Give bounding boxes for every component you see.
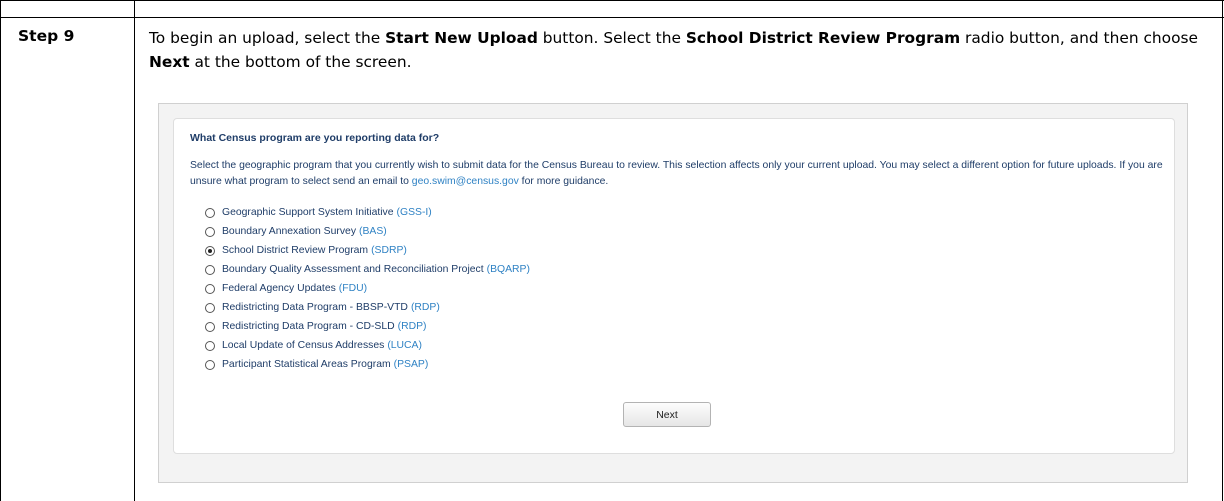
radio-button[interactable] <box>205 264 215 275</box>
radio-button[interactable] <box>205 340 215 351</box>
option-label: Federal Agency Updates <box>222 283 336 294</box>
step-label: Step 9 <box>18 27 75 45</box>
start-new-upload-ref: Start New Upload <box>385 29 538 47</box>
program-description: Select the geographic program that you c… <box>190 158 1165 189</box>
option-abbr: (FDU) <box>338 283 368 294</box>
instruction-part: at the bottom of the screen. <box>189 53 412 71</box>
radio-button[interactable] <box>205 207 215 218</box>
email-link[interactable]: geo.swim@census.gov <box>412 176 519 187</box>
radio-button[interactable] <box>205 359 215 370</box>
table-border-left <box>0 0 1 501</box>
radio-option[interactable]: Redistricting Data Program - CD-SLD (RDP) <box>205 317 530 336</box>
radio-button[interactable] <box>205 283 215 294</box>
option-abbr: (LUCA) <box>387 340 422 351</box>
next-ref: Next <box>149 53 190 71</box>
radio-button[interactable] <box>205 302 215 313</box>
description-text: Select the geographic program that you c… <box>190 160 1163 187</box>
option-abbr: (BAS) <box>359 226 387 237</box>
table-row-divider <box>0 17 1224 18</box>
option-label: Redistricting Data Program - CD-SLD <box>222 321 395 332</box>
table-border-right <box>1222 0 1223 501</box>
radio-option[interactable]: Local Update of Census Addresses (LUCA) <box>205 336 530 355</box>
option-abbr: (GSS-I) <box>396 207 432 218</box>
radio-option[interactable]: Boundary Annexation Survey (BAS) <box>205 222 530 241</box>
option-abbr: (RDP) <box>397 321 427 332</box>
option-abbr: (RDP) <box>410 302 440 313</box>
table-border-top <box>0 0 1224 1</box>
option-label: Participant Statistical Areas Program <box>222 359 391 370</box>
description-text-end: for more guidance. <box>518 175 609 187</box>
radio-button[interactable] <box>205 226 215 237</box>
option-label: Redistricting Data Program - BBSP-VTD <box>222 302 408 313</box>
option-label: Boundary Quality Assessment and Reconcil… <box>222 264 484 275</box>
program-question-heading: What Census program are you reporting da… <box>190 132 440 144</box>
option-label: Boundary Annexation Survey <box>222 226 357 237</box>
instruction-part: To begin an upload, select the <box>149 29 386 47</box>
option-label: Geographic Support System Initiative <box>222 207 394 218</box>
option-abbr: (SDRP) <box>371 245 407 256</box>
instruction-part: button. Select the <box>537 29 686 47</box>
radio-option[interactable]: Geographic Support System Initiative (GSS… <box>205 203 530 222</box>
radio-option[interactable]: Redistricting Data Program - BBSP-VTD (RD… <box>205 298 530 317</box>
radio-option[interactable]: Participant Statistical Areas Program (PS… <box>205 355 530 374</box>
radio-option[interactable]: Federal Agency Updates (FDU) <box>205 279 530 298</box>
embedded-screenshot: What Census program are you reporting da… <box>158 103 1188 483</box>
next-button[interactable]: Next <box>623 402 711 427</box>
radio-option[interactable]: Boundary Quality Assessment and Reconcil… <box>205 260 530 279</box>
radio-button[interactable] <box>205 321 215 332</box>
radio-option[interactable]: School District Review Program (SDRP) <box>205 241 530 260</box>
program-selection-panel: What Census program are you reporting da… <box>173 118 1175 454</box>
option-abbr: (PSAP) <box>393 359 429 370</box>
instruction-part: radio button, and then choose <box>960 29 1198 47</box>
option-abbr: (BQARP) <box>486 264 530 275</box>
radio-button[interactable] <box>205 245 215 256</box>
option-label: School District Review Program <box>222 245 369 256</box>
table-column-divider <box>134 0 135 501</box>
option-label: Local Update of Census Addresses <box>222 340 385 351</box>
program-radio-list: Geographic Support System Initiative (GSS… <box>205 203 530 374</box>
school-district-review-program-ref: School District Review Program <box>685 29 961 47</box>
instruction-text: To begin an upload, select the Start New… <box>149 26 1209 74</box>
